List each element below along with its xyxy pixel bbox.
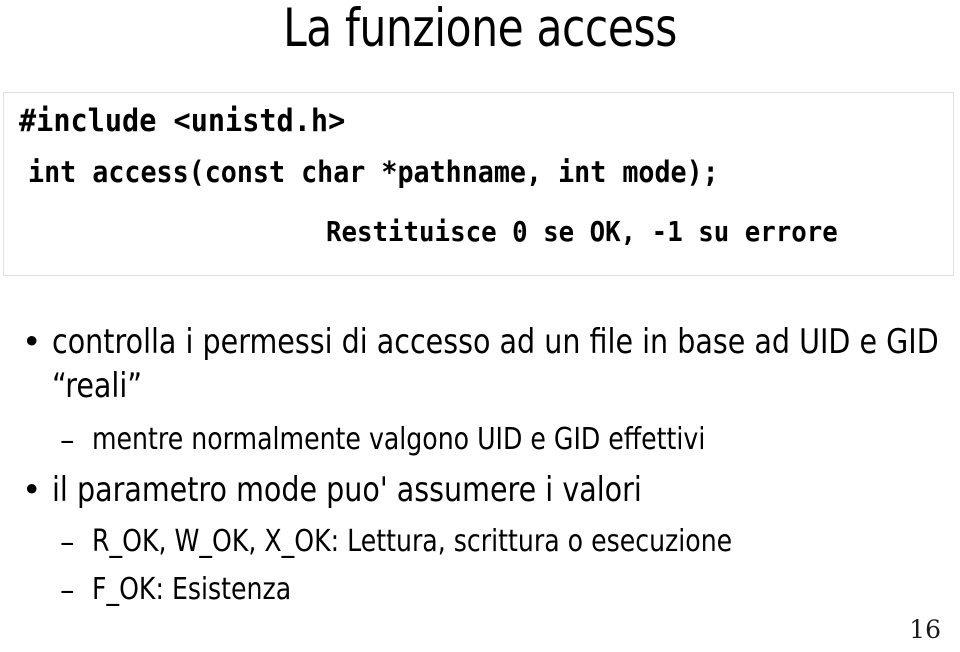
list-item: – F_OK: Esistenza xyxy=(0,570,960,610)
dash-marker-icon: – xyxy=(60,573,75,607)
dash-marker-icon: – xyxy=(60,423,75,457)
bullet-marker-icon: • xyxy=(22,470,42,509)
bullet-list: • controlla i permessi di accesso ad un … xyxy=(0,320,960,610)
list-item-label: F_OK: Esistenza xyxy=(92,572,292,607)
bullet-marker-icon: • xyxy=(22,322,42,361)
list-item-label: mentre normalmente valgono UID e GID eff… xyxy=(92,422,706,457)
code-line-prototype: int access(const char *pathname, int mod… xyxy=(28,155,719,189)
code-line-return-value: Restituisce 0 se OK, -1 su errore xyxy=(326,215,838,248)
code-line-include: #include <unistd.h> xyxy=(19,103,346,139)
list-item: – R_OK, W_OK, X_OK: Lettura, scrittura o… xyxy=(0,522,960,562)
page-title: La funzione access xyxy=(283,0,677,59)
list-item: – mentre normalmente valgono UID e GID e… xyxy=(0,420,960,460)
list-item: • il parametro mode puo' assumere i valo… xyxy=(0,468,960,512)
list-item-label: R_OK, W_OK, X_OK: Lettura, scrittura o e… xyxy=(92,524,733,559)
page-number: 16 xyxy=(909,615,941,644)
list-item-label: controlla i permessi di accesso ad un fi… xyxy=(52,322,939,406)
code-block: #include <unistd.h> int access(const cha… xyxy=(3,92,954,276)
list-item: • controlla i permessi di accesso ad un … xyxy=(0,320,960,408)
list-item-label: il parametro mode puo' assumere i valori xyxy=(52,470,642,510)
dash-marker-icon: – xyxy=(60,525,75,559)
